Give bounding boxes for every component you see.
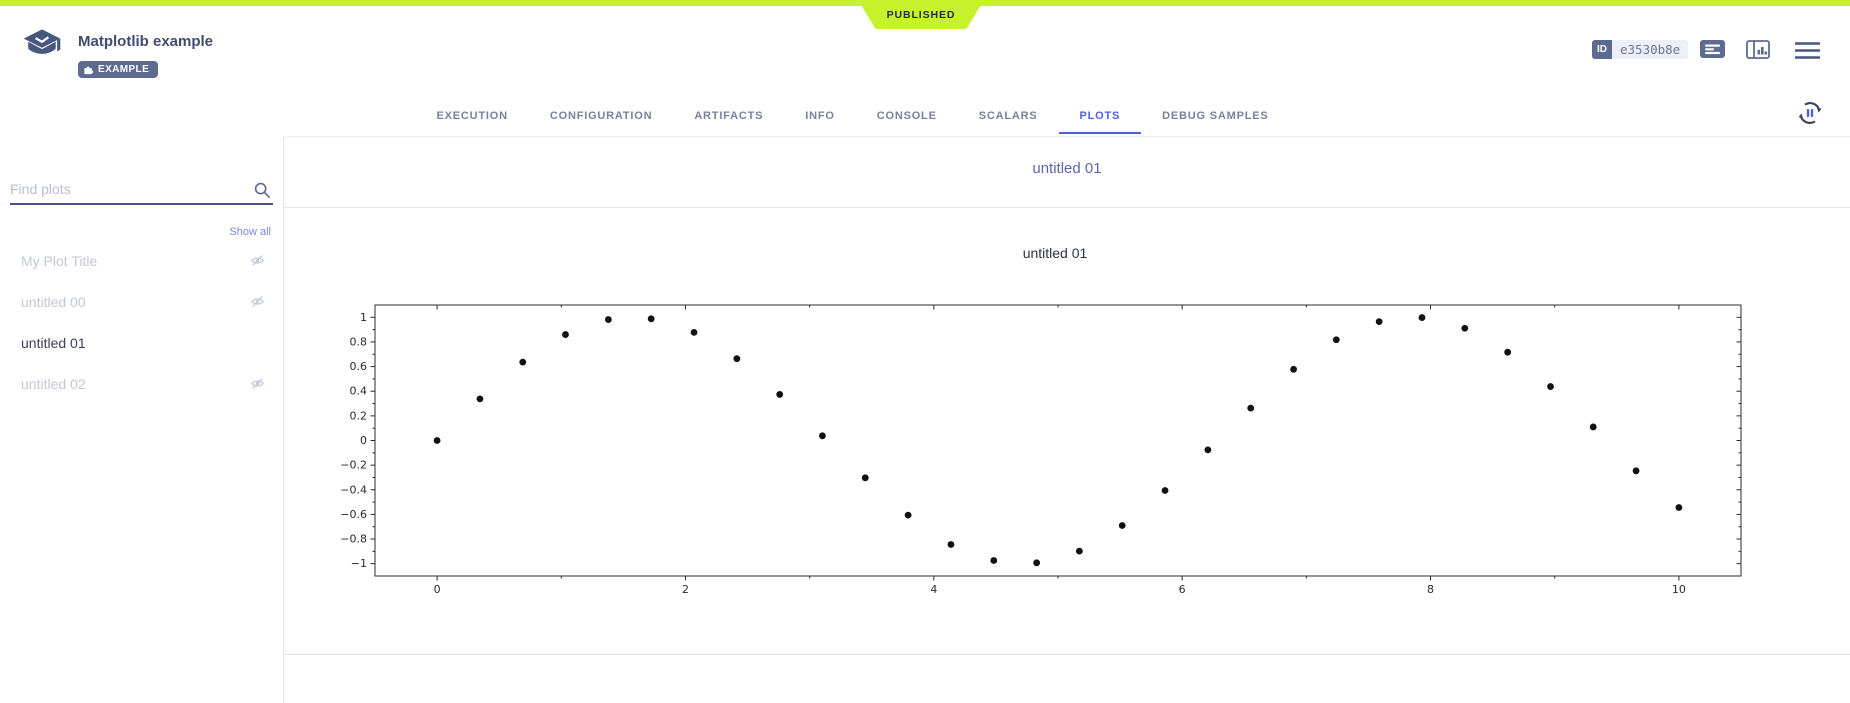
side-panel-chart-icon bbox=[1746, 40, 1770, 59]
plot-list-item-untitled-00[interactable]: untitled 00 bbox=[0, 281, 283, 322]
task-title: Matplotlib example bbox=[78, 33, 213, 50]
task-type-icon bbox=[20, 26, 64, 69]
scatter-plot-canvas[interactable]: 0 2 4 6 8 10 −1 −0.8 −0.6 −0.4 −0.2 0 0.2 0.4 0.6 0.8 1 bbox=[320, 293, 1790, 603]
id-badge: ID bbox=[1592, 40, 1612, 59]
svg-text:8: 8 bbox=[1427, 583, 1434, 596]
svg-text:0.4: 0.4 bbox=[350, 385, 368, 398]
svg-text:−0.4: −0.4 bbox=[340, 483, 367, 496]
svg-text:−0.6: −0.6 bbox=[340, 508, 367, 521]
task-tab-bar: EXECUTION CONFIGURATION ARTIFACTS INFO C… bbox=[0, 101, 1705, 134]
search-icon[interactable] bbox=[253, 181, 271, 204]
svg-text:6: 6 bbox=[1179, 583, 1186, 596]
svg-text:0.6: 0.6 bbox=[350, 360, 368, 373]
task-id-value: e3530b8e bbox=[1612, 40, 1688, 59]
auto-refresh-button[interactable] bbox=[1796, 99, 1824, 132]
eye-off-icon[interactable] bbox=[250, 376, 265, 394]
auto-refresh-pause-icon bbox=[1796, 99, 1824, 127]
plot-group-title: untitled 01 bbox=[284, 160, 1850, 177]
plots-sidebar: Show all My Plot Title untitled 00 bbox=[0, 137, 284, 703]
plot-item-label: untitled 01 bbox=[21, 335, 86, 351]
svg-text:−1: −1 bbox=[351, 557, 367, 570]
puzzle-icon bbox=[83, 64, 94, 75]
plot-search bbox=[10, 179, 273, 207]
plot-title: untitled 01 bbox=[320, 245, 1790, 261]
tab-plots[interactable]: PLOTS bbox=[1059, 101, 1142, 134]
svg-text:−0.2: −0.2 bbox=[340, 459, 367, 472]
app-window: PUBLISHED Matplotlib example EXAMPLE ID … bbox=[0, 0, 1850, 703]
tab-debug-samples[interactable]: DEBUG SAMPLES bbox=[1141, 101, 1289, 134]
show-all-link[interactable]: Show all bbox=[229, 226, 271, 238]
header-content-divider bbox=[284, 136, 1850, 137]
example-tag-badge: EXAMPLE bbox=[78, 61, 158, 78]
tab-execution[interactable]: EXECUTION bbox=[415, 101, 528, 134]
svg-text:1: 1 bbox=[360, 311, 367, 324]
tab-configuration[interactable]: CONFIGURATION bbox=[529, 101, 673, 134]
status-ribbon: PUBLISHED bbox=[858, 0, 984, 29]
hamburger-menu-icon bbox=[1795, 41, 1820, 60]
svg-text:4: 4 bbox=[930, 583, 937, 596]
svg-text:10: 10 bbox=[1672, 583, 1686, 596]
plot-item-label: My Plot Title bbox=[21, 253, 97, 269]
plot-list-item-untitled-01[interactable]: untitled 01 bbox=[0, 322, 283, 363]
status-ribbon-label: PUBLISHED bbox=[887, 9, 956, 21]
svg-text:0: 0 bbox=[434, 583, 441, 596]
plot-item-label: untitled 02 bbox=[21, 376, 86, 392]
svg-text:2: 2 bbox=[682, 583, 689, 596]
plot-list-item-my-plot-title[interactable]: My Plot Title bbox=[0, 240, 283, 281]
svg-text:0.8: 0.8 bbox=[350, 335, 368, 348]
tab-console[interactable]: CONSOLE bbox=[856, 101, 958, 134]
details-icon bbox=[1703, 43, 1722, 55]
eye-off-icon[interactable] bbox=[250, 294, 265, 312]
eye-off-icon[interactable] bbox=[250, 253, 265, 271]
example-tag-label: EXAMPLE bbox=[98, 64, 149, 75]
overflow-menu-button[interactable] bbox=[1795, 41, 1820, 65]
search-input[interactable] bbox=[10, 179, 273, 205]
svg-text:−0.8: −0.8 bbox=[340, 533, 367, 546]
plot-card: untitled 01 0 2 4 6 8 10 −1 −0.8 −0.6 −0.4 −0.2 0 0.… bbox=[284, 207, 1850, 655]
svg-text:0.2: 0.2 bbox=[350, 409, 368, 422]
tab-scalars[interactable]: SCALARS bbox=[958, 101, 1059, 134]
tab-artifacts[interactable]: ARTIFACTS bbox=[673, 101, 784, 134]
task-id-chip[interactable]: ID e3530b8e bbox=[1592, 40, 1688, 59]
tab-info[interactable]: INFO bbox=[784, 101, 855, 134]
plot-item-label: untitled 00 bbox=[21, 294, 86, 310]
side-panel-toggle-button[interactable] bbox=[1746, 40, 1770, 64]
svg-text:0: 0 bbox=[360, 434, 367, 447]
plot-list-item-untitled-02[interactable]: untitled 02 bbox=[0, 363, 283, 404]
task-details-button[interactable] bbox=[1700, 40, 1725, 58]
plot-list: My Plot Title untitled 00 bbox=[0, 240, 283, 404]
